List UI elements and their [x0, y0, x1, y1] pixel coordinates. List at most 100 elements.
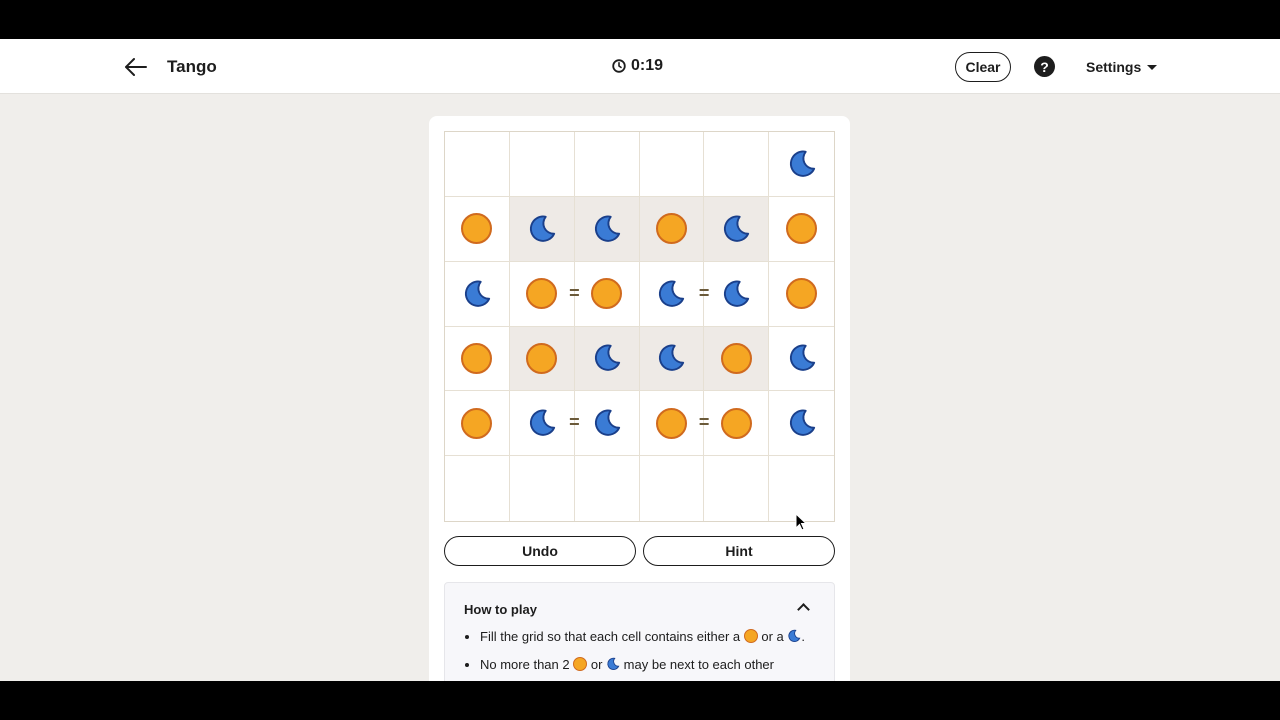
- moon-icon: [659, 344, 685, 372]
- moon-icon: [659, 280, 685, 307]
- grid-cell[interactable]: [574, 261, 640, 327]
- moon-icon: [789, 409, 815, 437]
- moon-icon: [607, 657, 620, 670]
- how-to-play-title: How to play: [464, 602, 537, 617]
- action-buttons: Undo Hint: [444, 536, 835, 566]
- grid-cell[interactable]: [445, 196, 510, 262]
- grid-cell[interactable]: [574, 456, 640, 521]
- moon-icon: [594, 409, 620, 437]
- grid-cell[interactable]: [704, 196, 770, 262]
- timer: 0:19: [612, 57, 663, 75]
- grid-cell[interactable]: =: [509, 391, 580, 457]
- grid-cell[interactable]: [509, 326, 575, 392]
- grid-cell[interactable]: [769, 391, 834, 457]
- grid-cell[interactable]: [445, 261, 510, 327]
- sun-icon: [655, 407, 687, 439]
- rule-text: or a: [761, 629, 784, 644]
- sun-icon: [591, 278, 623, 310]
- grid-cell[interactable]: [769, 326, 834, 392]
- hint-button[interactable]: Hint: [643, 536, 835, 566]
- grid-cell[interactable]: [445, 456, 510, 521]
- grid-cell[interactable]: [769, 196, 834, 262]
- sun-icon: [786, 213, 818, 245]
- game-screen: Tango 0:19 Clear ? Settings = = = = Undo Hi…: [0, 39, 1280, 681]
- sun-icon: [526, 278, 558, 310]
- grid-cell[interactable]: [769, 456, 834, 521]
- sun-icon: [461, 407, 493, 439]
- sun-icon: [655, 213, 687, 245]
- moon-icon: [789, 344, 815, 372]
- grid-cell[interactable]: [445, 132, 510, 197]
- sun-icon: [720, 407, 752, 439]
- grid-cell[interactable]: [574, 132, 640, 197]
- moon-icon: [724, 215, 750, 242]
- moon-icon: [788, 629, 801, 642]
- moon-icon: [464, 280, 491, 307]
- sun-icon: [743, 629, 758, 643]
- grid-cell[interactable]: [704, 261, 770, 327]
- rule-item: No more than 2 or may be next to each ot…: [480, 657, 810, 673]
- moon-icon: [789, 150, 815, 177]
- rule-text: or: [590, 657, 603, 672]
- rules-list: Fill the grid so that each cell contains…: [480, 629, 810, 681]
- grid-cell[interactable]: [704, 456, 770, 521]
- grid-cell[interactable]: [704, 132, 770, 197]
- tango-grid: = = = =: [444, 131, 835, 522]
- page-title: Tango: [167, 57, 217, 76]
- sun-icon: [461, 342, 493, 374]
- grid-cell[interactable]: [704, 326, 770, 392]
- grid-cell[interactable]: [445, 326, 510, 392]
- grid-cell[interactable]: [769, 132, 834, 197]
- grid-cell[interactable]: [574, 196, 640, 262]
- grid-cell[interactable]: =: [639, 261, 709, 327]
- settings-dropdown[interactable]: Settings: [1086, 59, 1158, 75]
- grid-cell[interactable]: [639, 132, 705, 197]
- caret-down-icon: [1147, 64, 1158, 70]
- top-bar: Tango 0:19 Clear ? Settings: [0, 39, 1280, 94]
- question-circle-icon[interactable]: ?: [1034, 56, 1055, 77]
- moon-icon: [594, 215, 620, 242]
- game-panel: = = = = Undo Hint How to play Fill the grid…: [429, 116, 850, 681]
- grid-cell[interactable]: [639, 326, 705, 392]
- sun-icon: [461, 213, 493, 245]
- grid-cell[interactable]: =: [639, 391, 709, 457]
- grid-cell[interactable]: [574, 326, 640, 392]
- how-to-play-section: How to play Fill the grid so that each c…: [444, 582, 835, 681]
- moon-icon: [594, 344, 620, 372]
- settings-label: Settings: [1086, 59, 1142, 75]
- equals-constraint: =: [698, 412, 710, 433]
- equals-constraint: =: [698, 282, 710, 303]
- grid-cell[interactable]: [445, 391, 510, 457]
- grid-cell[interactable]: [704, 391, 770, 457]
- rule-text: may be next to each other: [623, 657, 774, 672]
- sun-icon: [786, 278, 818, 310]
- rule-text: Fill the grid so that each cell contains…: [480, 629, 741, 644]
- moon-icon: [529, 409, 555, 437]
- grid-cell[interactable]: [509, 132, 575, 197]
- sun-icon: [573, 657, 588, 671]
- sun-icon: [720, 342, 752, 374]
- grid-cell[interactable]: [574, 391, 640, 457]
- chevron-up-icon[interactable]: [797, 603, 810, 616]
- clear-button[interactable]: Clear: [955, 52, 1011, 82]
- back-button[interactable]: [122, 53, 150, 81]
- grid-cell[interactable]: [639, 456, 705, 521]
- equals-constraint: =: [569, 412, 580, 433]
- arrow-left-icon: [125, 58, 147, 76]
- rule-text: No more than 2: [480, 657, 570, 672]
- grid-cell[interactable]: [769, 261, 834, 327]
- grid-cell[interactable]: [509, 456, 575, 521]
- mouse-cursor-icon: [795, 513, 808, 531]
- grid-cell[interactable]: [639, 196, 705, 262]
- grid-cell[interactable]: =: [509, 261, 580, 327]
- rule-item: Fill the grid so that each cell contains…: [480, 629, 810, 645]
- grid-cell[interactable]: [509, 196, 575, 262]
- clock-icon: [612, 59, 626, 73]
- undo-button[interactable]: Undo: [444, 536, 636, 566]
- sun-icon: [526, 342, 558, 374]
- moon-icon: [724, 280, 750, 307]
- equals-constraint: =: [569, 282, 580, 303]
- rule-text: .: [801, 629, 806, 644]
- timer-value: 0:19: [631, 57, 664, 74]
- moon-icon: [529, 215, 555, 242]
